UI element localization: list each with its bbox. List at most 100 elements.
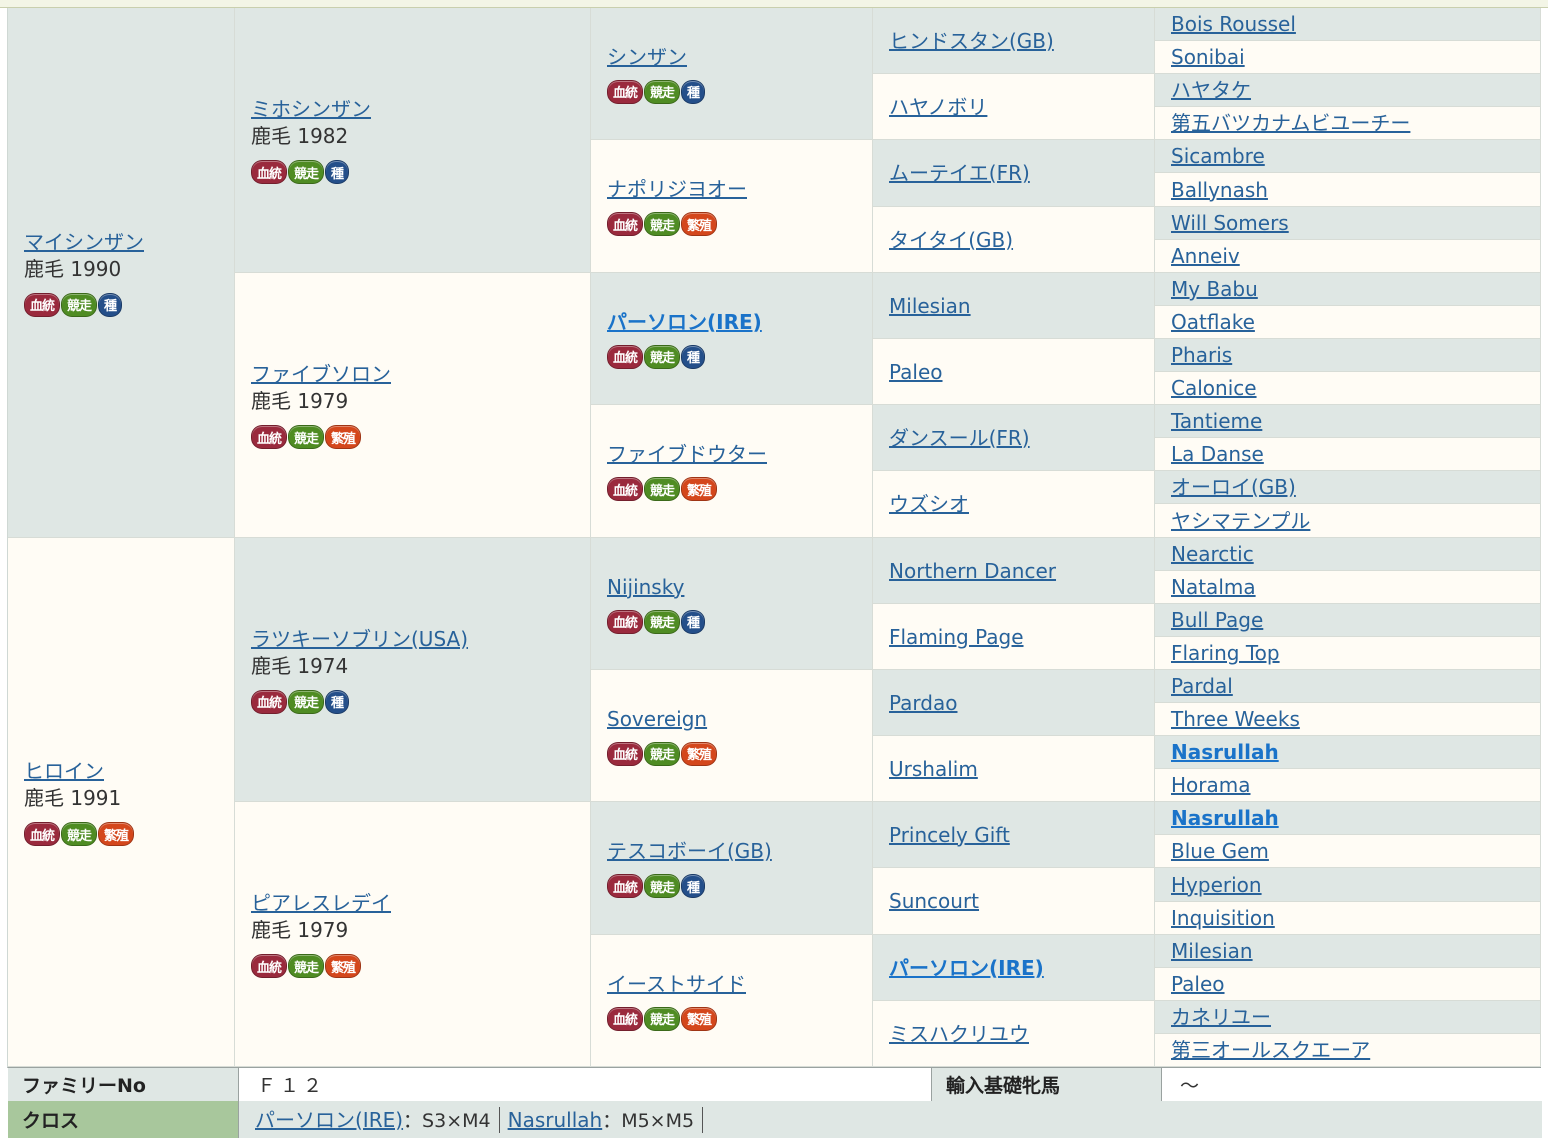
horse-link[interactable]: イーストサイド bbox=[607, 971, 872, 997]
horse-link[interactable]: Three Weeks bbox=[1171, 706, 1540, 732]
cross-horse-link[interactable]: パーソロン(IRE) bbox=[255, 1107, 403, 1133]
breed-badge-button[interactable]: 繁殖 bbox=[681, 212, 718, 236]
sire-badge-button[interactable]: 種 bbox=[681, 609, 706, 634]
horse-link[interactable]: Will Somers bbox=[1171, 210, 1540, 236]
race-badge-button[interactable]: 競走 bbox=[288, 160, 325, 184]
breed-badge-button[interactable]: 繁殖 bbox=[325, 954, 362, 978]
horse-link[interactable]: パーソロン(IRE) bbox=[889, 955, 1154, 981]
horse-link[interactable]: Milesian bbox=[1171, 938, 1540, 964]
horse-link[interactable]: ミスハクリユウ bbox=[889, 1021, 1154, 1047]
race-badge-button[interactable]: 競走 bbox=[644, 212, 681, 236]
horse-link[interactable]: Suncourt bbox=[889, 888, 1154, 914]
race-badge-button[interactable]: 競走 bbox=[288, 425, 325, 449]
horse-link[interactable]: Horama bbox=[1171, 772, 1540, 798]
horse-link[interactable]: Milesian bbox=[889, 293, 1154, 319]
horse-link[interactable]: テスコボーイ(GB) bbox=[607, 838, 872, 864]
race-badge-button[interactable]: 競走 bbox=[644, 79, 681, 104]
horse-link[interactable]: ダンスール(FR) bbox=[889, 425, 1154, 451]
horse-link[interactable]: マイシンザン bbox=[24, 229, 234, 255]
horse-link[interactable]: オーロイ(GB) bbox=[1171, 474, 1540, 500]
horse-link[interactable]: ファイブドウター bbox=[607, 441, 872, 467]
horse-link[interactable]: Pardal bbox=[1171, 673, 1540, 699]
horse-link[interactable]: ミホシンザン bbox=[251, 96, 590, 122]
horse-link[interactable]: Paleo bbox=[1171, 971, 1540, 997]
race-badge-button[interactable]: 競走 bbox=[288, 689, 325, 714]
breed-badge-button[interactable]: 繁殖 bbox=[681, 741, 718, 766]
race-badge-button[interactable]: 競走 bbox=[644, 609, 681, 634]
horse-link[interactable]: タイタイ(GB) bbox=[889, 227, 1154, 253]
horse-link[interactable]: Sonibai bbox=[1171, 44, 1540, 70]
horse-link[interactable]: Sovereign bbox=[607, 706, 872, 732]
horse-link[interactable]: Pharis bbox=[1171, 342, 1540, 368]
blood-badge-button[interactable]: 血統 bbox=[251, 689, 288, 714]
horse-link[interactable]: ハヤノボリ bbox=[889, 94, 1154, 120]
horse-link[interactable]: My Babu bbox=[1171, 276, 1540, 302]
sire-badge-button[interactable]: 種 bbox=[325, 689, 350, 714]
blood-badge-button[interactable]: 血統 bbox=[607, 79, 644, 104]
horse-link[interactable]: Nijinsky bbox=[607, 574, 872, 600]
sire-badge-button[interactable]: 種 bbox=[681, 79, 706, 104]
horse-link[interactable]: Oatflake bbox=[1171, 309, 1540, 335]
horse-link[interactable]: ヒンドスタン(GB) bbox=[889, 28, 1154, 54]
horse-link[interactable]: Princely Gift bbox=[889, 822, 1154, 848]
horse-link[interactable]: Hyperion bbox=[1171, 872, 1540, 898]
race-badge-button[interactable]: 競走 bbox=[644, 1006, 681, 1031]
sire-badge-button[interactable]: 種 bbox=[681, 874, 706, 898]
blood-badge-button[interactable]: 血統 bbox=[607, 741, 644, 766]
horse-link[interactable]: ウズシオ bbox=[889, 491, 1154, 517]
horse-link[interactable]: Blue Gem bbox=[1171, 838, 1540, 864]
race-badge-button[interactable]: 競走 bbox=[61, 292, 98, 317]
horse-link[interactable]: Flaming Page bbox=[889, 624, 1154, 650]
horse-link[interactable]: Nasrullah bbox=[1171, 805, 1540, 831]
blood-badge-button[interactable]: 血統 bbox=[24, 292, 61, 317]
blood-badge-button[interactable]: 血統 bbox=[251, 425, 288, 449]
horse-link[interactable]: ヤシマテンプル bbox=[1171, 508, 1540, 534]
horse-link[interactable]: ハヤタケ bbox=[1171, 77, 1540, 103]
horse-link[interactable]: Northern Dancer bbox=[889, 558, 1154, 584]
horse-link[interactable]: Natalma bbox=[1171, 574, 1540, 600]
horse-link[interactable]: カネリユー bbox=[1171, 1004, 1540, 1030]
horse-link[interactable]: Pardao bbox=[889, 690, 1154, 716]
horse-link[interactable]: Flaring Top bbox=[1171, 640, 1540, 666]
horse-link[interactable]: Bois Roussel bbox=[1171, 11, 1540, 37]
blood-badge-button[interactable]: 血統 bbox=[24, 822, 61, 846]
breed-badge-button[interactable]: 繁殖 bbox=[325, 425, 362, 449]
horse-link[interactable]: Tantieme bbox=[1171, 408, 1540, 434]
horse-link[interactable]: ナポリジヨオー bbox=[607, 176, 872, 202]
race-badge-button[interactable]: 競走 bbox=[61, 822, 98, 846]
blood-badge-button[interactable]: 血統 bbox=[607, 212, 644, 236]
race-badge-button[interactable]: 競走 bbox=[644, 477, 681, 501]
horse-link[interactable]: 第三オールスクエーア bbox=[1171, 1037, 1540, 1063]
horse-link[interactable]: 第五バツカナムビユーチー bbox=[1171, 110, 1540, 136]
horse-link[interactable]: Anneiv bbox=[1171, 243, 1540, 269]
race-badge-button[interactable]: 競走 bbox=[644, 741, 681, 766]
blood-badge-button[interactable]: 血統 bbox=[607, 344, 644, 369]
horse-link[interactable]: La Danse bbox=[1171, 441, 1540, 467]
breed-badge-button[interactable]: 繁殖 bbox=[681, 477, 718, 501]
blood-badge-button[interactable]: 血統 bbox=[251, 160, 288, 184]
race-badge-button[interactable]: 競走 bbox=[644, 874, 681, 898]
horse-link[interactable]: ムーテイエ(FR) bbox=[889, 160, 1154, 186]
horse-link[interactable]: ラツキーソブリン(USA) bbox=[251, 626, 590, 652]
race-badge-button[interactable]: 競走 bbox=[288, 954, 325, 978]
blood-badge-button[interactable]: 血統 bbox=[251, 954, 288, 978]
blood-badge-button[interactable]: 血統 bbox=[607, 609, 644, 634]
horse-link[interactable]: Nasrullah bbox=[1171, 739, 1540, 765]
breed-badge-button[interactable]: 繁殖 bbox=[681, 1006, 718, 1031]
horse-link[interactable]: Nearctic bbox=[1171, 541, 1540, 567]
horse-link[interactable]: Calonice bbox=[1171, 375, 1540, 401]
horse-link[interactable]: ファイブソロン bbox=[251, 361, 590, 387]
sire-badge-button[interactable]: 種 bbox=[325, 160, 350, 184]
horse-link[interactable]: パーソロン(IRE) bbox=[607, 309, 872, 335]
horse-link[interactable]: Sicambre bbox=[1171, 143, 1540, 169]
horse-link[interactable]: Bull Page bbox=[1171, 607, 1540, 633]
horse-link[interactable]: Inquisition bbox=[1171, 905, 1540, 931]
horse-link[interactable]: Paleo bbox=[889, 359, 1154, 385]
horse-link[interactable]: シンザン bbox=[607, 44, 872, 70]
breed-badge-button[interactable]: 繁殖 bbox=[98, 822, 135, 846]
blood-badge-button[interactable]: 血統 bbox=[607, 874, 644, 898]
sire-badge-button[interactable]: 種 bbox=[681, 344, 706, 369]
horse-link[interactable]: Ballynash bbox=[1171, 177, 1540, 203]
blood-badge-button[interactable]: 血統 bbox=[607, 1006, 644, 1031]
sire-badge-button[interactable]: 種 bbox=[98, 292, 123, 317]
